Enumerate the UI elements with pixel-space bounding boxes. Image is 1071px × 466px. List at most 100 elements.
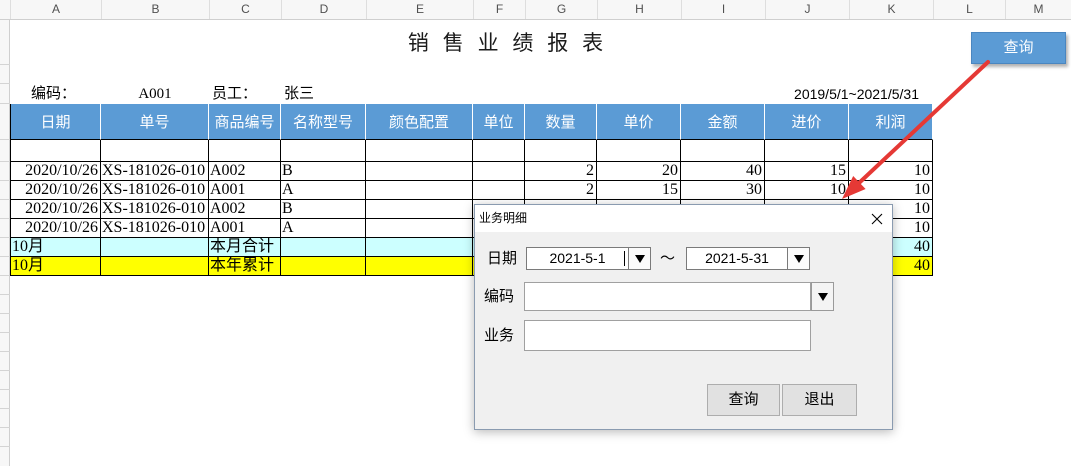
data-cell-quantity[interactable]: 2 xyxy=(525,162,597,181)
data-cell-product-code[interactable]: A002 xyxy=(209,200,281,219)
blank-cell[interactable] xyxy=(765,140,849,162)
data-cell-cost-price[interactable]: 15 xyxy=(765,162,849,181)
column-header-i[interactable]: I xyxy=(681,0,765,19)
column-header-d[interactable]: D xyxy=(281,0,366,19)
dialog-query-button[interactable]: 查询 xyxy=(707,384,780,416)
data-cell-model-name[interactable]: B xyxy=(281,162,366,181)
data-cell-order-no[interactable]: XS-181026-010 xyxy=(101,200,209,219)
code-dropdown-button[interactable] xyxy=(811,282,834,311)
data-cell-color-config[interactable] xyxy=(366,200,473,219)
date-to-input[interactable]: 2021-5-31 xyxy=(686,247,788,270)
blank-cell[interactable] xyxy=(681,140,765,162)
blank-cell[interactable] xyxy=(209,140,281,162)
blank-cell[interactable] xyxy=(101,140,209,162)
header-cell-model-name[interactable]: 名称型号 xyxy=(281,104,366,140)
data-cell-profit[interactable]: 10 xyxy=(849,162,933,181)
data-cell-amount[interactable]: 30 xyxy=(681,181,765,200)
data-cell-model-name[interactable]: B xyxy=(281,200,366,219)
column-header-j[interactable]: J xyxy=(765,0,849,19)
business-input[interactable] xyxy=(524,320,811,351)
header-cell-quantity[interactable]: 数量 xyxy=(525,104,597,140)
summary-cell-color-config[interactable] xyxy=(366,238,473,257)
header-cell-amount[interactable]: 金额 xyxy=(681,104,765,140)
column-header-f[interactable]: F xyxy=(473,0,525,19)
data-cell-color-config[interactable] xyxy=(366,181,473,200)
data-cell-color-config[interactable] xyxy=(366,219,473,238)
data-cell-model-name[interactable]: A xyxy=(281,219,366,238)
blank-cell[interactable] xyxy=(366,140,473,162)
header-cell-date[interactable]: 日期 xyxy=(10,104,101,140)
column-header-h[interactable]: H xyxy=(597,0,681,19)
summary-cell-model-name[interactable] xyxy=(281,257,366,276)
summary-cell-order-no[interactable] xyxy=(101,238,209,257)
data-cell-color-config[interactable] xyxy=(366,162,473,181)
header-cell-unit[interactable]: 单位 xyxy=(473,104,525,140)
blank-cell[interactable] xyxy=(849,140,933,162)
column-header-c[interactable]: C xyxy=(209,0,281,19)
data-cell-cost-price[interactable]: 10 xyxy=(765,181,849,200)
data-cell-profit[interactable]: 10 xyxy=(849,181,933,200)
summary-cell-model-name[interactable] xyxy=(281,238,366,257)
data-cell-unit[interactable] xyxy=(473,181,525,200)
data-cell-date[interactable]: 2020/10/26 xyxy=(10,219,101,238)
data-cell-unit-price[interactable]: 20 xyxy=(597,162,681,181)
data-cell-unit[interactable] xyxy=(473,162,525,181)
data-cell-product-code[interactable]: A002 xyxy=(209,162,281,181)
date-to-dropdown-button[interactable] xyxy=(787,247,810,270)
data-cell-quantity[interactable]: 2 xyxy=(525,181,597,200)
sheet-query-button[interactable]: 查询 xyxy=(971,32,1066,64)
dialog-titlebar[interactable]: 业务明细 xyxy=(475,205,892,232)
date-from-picker[interactable]: 2021-5-1 xyxy=(526,247,651,270)
column-header-b[interactable]: B xyxy=(101,0,209,19)
header-cell-profit[interactable]: 利润 xyxy=(849,104,933,140)
data-cell-product-code[interactable]: A001 xyxy=(209,219,281,238)
column-header-a[interactable]: A xyxy=(10,0,101,19)
employee-label[interactable]: 员工： xyxy=(212,84,257,104)
date-from-value: 2021-5-1 xyxy=(549,250,606,266)
blank-cell[interactable] xyxy=(281,140,366,162)
dialog-close-button[interactable] xyxy=(862,205,892,232)
data-cell-order-no[interactable]: XS-181026-010 xyxy=(101,162,209,181)
column-header-l[interactable]: L xyxy=(933,0,1005,19)
data-cell-date[interactable]: 2020/10/26 xyxy=(10,200,101,219)
data-cell-product-code[interactable]: A001 xyxy=(209,181,281,200)
column-header-g[interactable]: G xyxy=(525,0,597,19)
summary-cell-order-no[interactable] xyxy=(101,257,209,276)
code-value[interactable]: A001 xyxy=(101,84,209,104)
column-header-e[interactable]: E xyxy=(366,0,473,19)
header-cell-product-code[interactable]: 商品编号 xyxy=(209,104,281,140)
blank-cell[interactable] xyxy=(597,140,681,162)
employee-value[interactable]: 张三 xyxy=(284,84,314,104)
data-cell-model-name[interactable]: A xyxy=(281,181,366,200)
summary-cell-color-config[interactable] xyxy=(366,257,473,276)
date-from-dropdown-button[interactable] xyxy=(628,247,651,270)
header-cell-order-no[interactable]: 单号 xyxy=(101,104,209,140)
data-cell-order-no[interactable]: XS-181026-010 xyxy=(101,181,209,200)
dialog-exit-button[interactable]: 退出 xyxy=(782,384,857,416)
date-from-input[interactable]: 2021-5-1 xyxy=(526,247,629,270)
date-range[interactable]: 2019/5/1~2021/5/31 xyxy=(700,84,919,104)
data-cell-amount[interactable]: 40 xyxy=(681,162,765,181)
data-cell-unit-price[interactable]: 15 xyxy=(597,181,681,200)
date-to-picker[interactable]: 2021-5-31 xyxy=(686,247,810,270)
report-title[interactable]: 销 售 业 绩 报 表 xyxy=(10,30,1005,58)
header-cell-unit-price[interactable]: 单价 xyxy=(597,104,681,140)
data-cell-date[interactable]: 2020/10/26 xyxy=(10,162,101,181)
summary-cell-product-code[interactable]: 本年累计 xyxy=(209,257,281,276)
data-cell-date[interactable]: 2020/10/26 xyxy=(10,181,101,200)
close-icon xyxy=(871,213,883,224)
data-cell-order-no[interactable]: XS-181026-010 xyxy=(101,219,209,238)
column-header-m[interactable]: M xyxy=(1005,0,1071,19)
summary-cell-date[interactable]: 10月 xyxy=(10,238,101,257)
header-cell-cost-price[interactable]: 进价 xyxy=(765,104,849,140)
column-header-k[interactable]: K xyxy=(849,0,933,19)
blank-cell[interactable] xyxy=(525,140,597,162)
code-combobox[interactable] xyxy=(524,282,811,311)
summary-cell-date[interactable]: 10月 xyxy=(10,257,101,276)
blank-cell[interactable] xyxy=(10,140,101,162)
header-cell-color-config[interactable]: 颜色配置 xyxy=(366,104,473,140)
blank-cell[interactable] xyxy=(473,140,525,162)
summary-cell-product-code[interactable]: 本月合计 xyxy=(209,238,281,257)
row-divider xyxy=(0,64,10,65)
code-label[interactable]: 编码： xyxy=(31,84,76,104)
